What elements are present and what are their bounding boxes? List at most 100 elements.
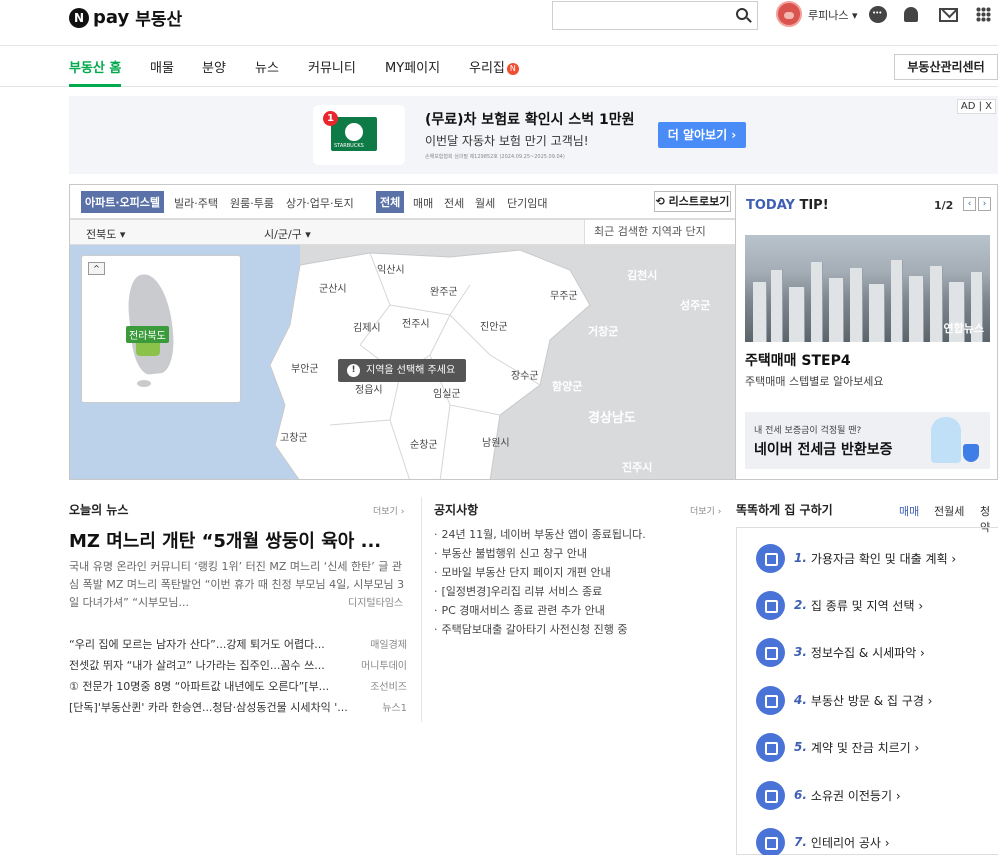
tip-headline[interactable]: 주택매매 STEP4 bbox=[745, 350, 851, 370]
list-view-button[interactable]: ⟲ 리스트로보기 bbox=[654, 191, 731, 212]
label-hamyang: 함양군 bbox=[552, 380, 583, 393]
jeonse-guarantee-banner[interactable]: 내 전세 보증금이 걱정될 땐? 네이버 전세금 반환보증 bbox=[745, 412, 990, 469]
step-label: 정보수집 & 시세파악 › bbox=[810, 645, 925, 660]
news-headline[interactable]: MZ 며느리 개탄 “5개월 쌍둥이 육아 ... bbox=[69, 527, 381, 553]
apps-grid-icon[interactable] bbox=[976, 7, 991, 22]
label-jinan[interactable]: 진안군 bbox=[480, 318, 508, 333]
bell-icon[interactable] bbox=[904, 7, 918, 22]
search-icon[interactable] bbox=[736, 8, 748, 20]
ad-close-tag[interactable]: AD | X bbox=[956, 99, 996, 114]
tab-commercial[interactable]: 상가·업무·토지 bbox=[286, 195, 354, 211]
next-arrow-icon[interactable]: › bbox=[978, 197, 991, 211]
logo-pay-text: pay bbox=[93, 7, 130, 28]
tab-deal-short[interactable]: 단기임대 bbox=[507, 195, 547, 211]
notice-list: 24년 11월, 네이버 부동산 앱이 종료됩니다. 부동산 불법행위 신고 창… bbox=[434, 526, 724, 640]
step-item[interactable]: 5. 계약 및 잔금 치르기 › bbox=[756, 732, 919, 762]
step-item[interactable]: 7. 인테리어 공사 › bbox=[756, 827, 890, 855]
select-region-tooltip: ! 지역을 선택해 주세요 bbox=[338, 359, 466, 382]
list-item[interactable]: 모바일 부동산 단지 페이지 개편 안내 bbox=[434, 564, 724, 583]
label-seongju: 성주군 bbox=[680, 299, 711, 312]
avatar[interactable] bbox=[776, 1, 802, 27]
tab-villa[interactable]: 빌라·주택 bbox=[174, 195, 218, 211]
korea-shape bbox=[124, 272, 178, 376]
step-item[interactable]: 4. 부동산 방문 & 집 구경 › bbox=[756, 685, 932, 715]
city-select[interactable]: 시/군/구 ▾ bbox=[264, 226, 311, 242]
list-item[interactable]: 전셋값 뛰자 “내가 살려고” 나가라는 집주인...꼼수 쓰... 머니투데이 bbox=[69, 657, 407, 678]
nav-news[interactable]: 뉴스 bbox=[255, 57, 279, 76]
recent-search-dropdown[interactable]: 최근 검색한 지역과 단지 bbox=[584, 220, 735, 244]
minimap-collapse-button[interactable]: ^ bbox=[88, 262, 105, 275]
label-imsil[interactable]: 임실군 bbox=[433, 385, 461, 400]
list-item[interactable]: [일정변경]우리집 리뷰 서비스 종료 bbox=[434, 583, 724, 602]
label-sunchang[interactable]: 순창군 bbox=[410, 436, 438, 451]
tab-deal-jeonse[interactable]: 전세 bbox=[444, 195, 464, 211]
step-item[interactable]: 2. 집 종류 및 지역 선택 › bbox=[756, 590, 923, 620]
ad-learn-more-button[interactable]: 더 알아보기 › bbox=[658, 122, 746, 148]
today-tip-panel: TODAY TIP! 1/2 ‹ › 연합뉴스 주택매매 STEP4 주택매매 … bbox=[736, 184, 998, 480]
region-filter-bar: 전북도 ▾ 시/군/구 ▾ 최근 검색한 지역과 단지 bbox=[70, 220, 735, 245]
nav-listings[interactable]: 매물 bbox=[150, 57, 174, 76]
step-number: 1. bbox=[794, 551, 807, 565]
ad-subtitle: 이번달 자동차 보험 만기 고객님! bbox=[425, 134, 589, 148]
list-item[interactable]: 24년 11월, 네이버 부동산 앱이 종료됩니다. bbox=[434, 526, 724, 545]
guide-tab-sale[interactable]: 매매 bbox=[899, 503, 919, 519]
notice-more-link[interactable]: 더보기 › bbox=[690, 504, 721, 517]
label-buan[interactable]: 부안군 bbox=[291, 360, 319, 375]
active-tab-indicator bbox=[69, 84, 121, 87]
province-select[interactable]: 전북도 ▾ bbox=[86, 226, 125, 242]
logo-service-text: 부동산 bbox=[135, 10, 183, 30]
guide-tab-rent[interactable]: 전월세 bbox=[934, 503, 964, 519]
info-icon: ! bbox=[347, 364, 360, 377]
ad-banner[interactable]: 1 (무료)차 보험료 확인시 스벅 1만원 이번달 자동차 보험 만기 고객님… bbox=[69, 96, 998, 174]
building bbox=[909, 276, 924, 342]
nav-myhome-label: 우리집 bbox=[469, 61, 505, 76]
label-jeonju[interactable]: 전주시 bbox=[402, 315, 430, 330]
tab-oneroom[interactable]: 원룸·투룸 bbox=[230, 195, 274, 211]
label-jeongeup[interactable]: 정읍시 bbox=[355, 381, 383, 396]
tab-deal-sale[interactable]: 매매 bbox=[413, 195, 433, 211]
prev-arrow-icon[interactable]: ‹ bbox=[963, 197, 976, 211]
step-label: 계약 및 잔금 치르기 › bbox=[810, 740, 920, 755]
username-menu[interactable]: 루피나스 ▾ bbox=[808, 7, 858, 23]
naver-pay-logo[interactable]: N pay 부동산 bbox=[69, 5, 182, 30]
tip-pagination: 1/2 bbox=[934, 199, 954, 212]
step-item[interactable]: 3. 정보수집 & 시세파악 › bbox=[756, 637, 925, 667]
chat-icon[interactable] bbox=[869, 6, 887, 23]
list-item[interactable]: PC 경매서비스 종료 관련 추가 안내 bbox=[434, 602, 724, 621]
step-item[interactable]: 1. 가용자금 확인 및 대출 계획 › bbox=[756, 543, 956, 573]
tab-apartment[interactable]: 아파트·오피스텔 bbox=[81, 191, 165, 213]
label-gochang[interactable]: 고창군 bbox=[280, 429, 308, 444]
list-item[interactable]: “우리 집에 모르는 남자가 산다”...강제 퇴거도 어렵다... 매일경제 bbox=[69, 636, 407, 657]
agency-center-button[interactable]: 부동산관리센터 bbox=[894, 54, 998, 80]
nav-community[interactable]: 커뮤니티 bbox=[308, 57, 356, 76]
new-badge: N bbox=[506, 63, 519, 75]
label-iksan[interactable]: 익산시 bbox=[377, 261, 405, 276]
city-photo[interactable]: 연합뉴스 bbox=[745, 235, 990, 342]
list-item[interactable]: ① 전문가 10명중 8명 “아파트값 내년에도 오른다”[부... 조선비즈 bbox=[69, 678, 407, 699]
tab-deal-monthly[interactable]: 월세 bbox=[475, 195, 495, 211]
list-item[interactable]: 부동산 불법행위 신고 창구 안내 bbox=[434, 545, 724, 564]
nav-presale[interactable]: 분양 bbox=[202, 57, 226, 76]
jeju-shape bbox=[137, 380, 151, 387]
label-jangsu[interactable]: 장수군 bbox=[511, 367, 539, 382]
list-item[interactable]: [단독]'부동산퀸' 카라 한승연...청담·삼성동건물 시세차익 '... 뉴스… bbox=[69, 699, 407, 720]
chart-icon bbox=[756, 637, 785, 667]
tab-deal-all[interactable]: 전체 bbox=[376, 191, 405, 213]
step-item[interactable]: 6. 소유권 이전등기 › bbox=[756, 780, 901, 810]
tip-description: 주택매매 스텝별로 알아보세요 bbox=[745, 375, 884, 388]
building bbox=[869, 284, 885, 342]
label-namwon[interactable]: 남원시 bbox=[482, 434, 510, 449]
label-gimje[interactable]: 김제시 bbox=[353, 319, 381, 334]
nav-home[interactable]: 부동산 홈 bbox=[69, 57, 121, 76]
search-input[interactable] bbox=[552, 1, 758, 30]
nav-myhome[interactable]: 우리집 N bbox=[469, 57, 519, 76]
label-gunsan[interactable]: 군산시 bbox=[319, 280, 347, 295]
label-wanju[interactable]: 완주군 bbox=[430, 283, 458, 298]
news-item-source: 조선비즈 bbox=[366, 678, 407, 693]
minimap[interactable]: ^ 전라북도 bbox=[81, 255, 241, 403]
label-muju[interactable]: 무주군 bbox=[550, 287, 578, 302]
news-more-link[interactable]: 더보기 › bbox=[373, 504, 404, 517]
nav-mypage[interactable]: MY페이지 bbox=[385, 57, 440, 76]
mail-icon[interactable] bbox=[939, 8, 958, 22]
list-item[interactable]: 주택담보대출 갈아타기 사전신청 진행 중 bbox=[434, 621, 724, 640]
